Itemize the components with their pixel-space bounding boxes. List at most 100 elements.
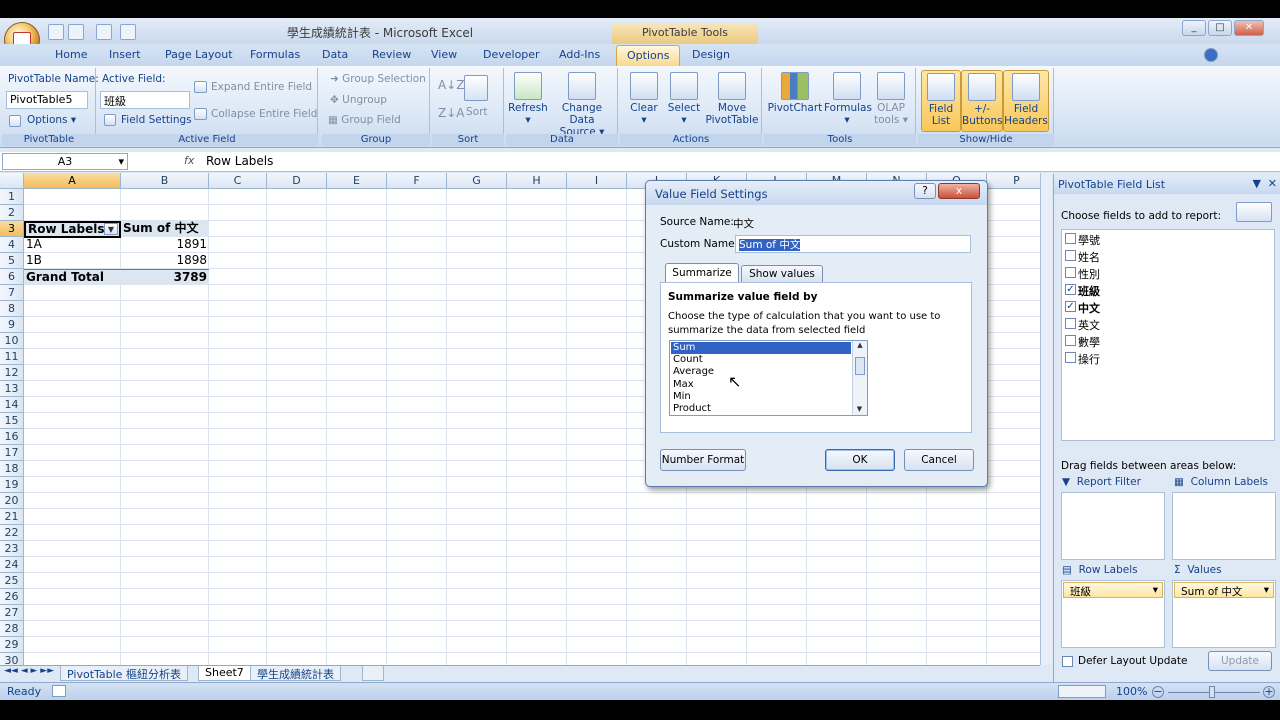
row-header-24[interactable]: 24 bbox=[0, 557, 24, 573]
row-header-28[interactable]: 28 bbox=[0, 621, 24, 637]
row-header-9[interactable]: 9 bbox=[0, 317, 24, 333]
row-header-3[interactable]: 3 bbox=[0, 221, 24, 237]
field-item-7[interactable]: 數學 bbox=[1078, 334, 1100, 350]
maximize-button[interactable]: □ bbox=[1208, 20, 1232, 36]
column-header-a[interactable]: A bbox=[24, 173, 121, 189]
olap-tools-button[interactable]: OLAP tools ▾ bbox=[870, 70, 912, 132]
row-header-17[interactable]: 17 bbox=[0, 445, 24, 461]
pivot-row-value[interactable]: 1898 bbox=[121, 253, 209, 269]
pivot-row-label[interactable]: 1A bbox=[24, 237, 121, 253]
plus-minus-buttons-button[interactable]: +/- Buttons bbox=[961, 70, 1003, 132]
sheet-nav-arrows-icon[interactable]: ◄◄ ◄ ► ►► bbox=[4, 666, 54, 676]
layout-options-icon[interactable] bbox=[1236, 202, 1272, 222]
row-header-15[interactable]: 15 bbox=[0, 413, 24, 429]
field-list-dropdown-icon[interactable]: ▼ bbox=[1253, 177, 1261, 190]
tab-developer[interactable]: Developer bbox=[483, 48, 540, 61]
row-header-11[interactable]: 11 bbox=[0, 349, 24, 365]
zoom-out-icon[interactable]: − bbox=[1152, 686, 1164, 698]
vertical-scrollbar[interactable] bbox=[1040, 173, 1052, 665]
row-header-27[interactable]: 27 bbox=[0, 605, 24, 621]
insert-sheet-icon[interactable] bbox=[362, 666, 384, 681]
row-header-20[interactable]: 20 bbox=[0, 493, 24, 509]
pivottable-name-input[interactable]: PivotTable5 bbox=[6, 91, 88, 109]
row-header-2[interactable]: 2 bbox=[0, 205, 24, 221]
sort-za-icon[interactable]: Z↓A bbox=[438, 106, 464, 120]
field-item-3[interactable]: 性別 bbox=[1078, 266, 1100, 282]
dialog-close-button[interactable]: x bbox=[938, 183, 980, 199]
field-checkbox-8[interactable] bbox=[1065, 352, 1076, 363]
row-header-7[interactable]: 7 bbox=[0, 285, 24, 301]
row-header-23[interactable]: 23 bbox=[0, 541, 24, 557]
field-checkbox-1[interactable] bbox=[1065, 233, 1076, 244]
defer-layout-checkbox[interactable] bbox=[1062, 656, 1073, 667]
field-checkbox-3[interactable] bbox=[1065, 267, 1076, 278]
row-header-22[interactable]: 22 bbox=[0, 525, 24, 541]
tab-insert[interactable]: Insert bbox=[109, 48, 141, 61]
column-header-d[interactable]: D bbox=[267, 173, 327, 189]
column-header-e[interactable]: E bbox=[327, 173, 387, 189]
function-option-product[interactable]: Product bbox=[671, 403, 851, 415]
field-item-5[interactable]: 中文 bbox=[1078, 300, 1100, 316]
group-selection-button[interactable]: ➜ Group Selection bbox=[330, 73, 426, 85]
row-header-1[interactable]: 1 bbox=[0, 189, 24, 205]
pivotchart-button[interactable]: PivotChart bbox=[766, 70, 824, 132]
row-header-10[interactable]: 10 bbox=[0, 333, 24, 349]
field-item-4[interactable]: 班級 bbox=[1078, 283, 1100, 299]
tab-review[interactable]: Review bbox=[372, 48, 411, 61]
collapse-entire-field-button[interactable]: Collapse Entire Field bbox=[211, 108, 317, 120]
tab-options[interactable]: Options bbox=[616, 45, 681, 66]
value-field-item[interactable]: Sum of 中文 ▾ bbox=[1174, 582, 1274, 598]
name-box[interactable]: A3 ▾ bbox=[2, 153, 128, 170]
custom-name-input[interactable]: Sum of 中文 bbox=[735, 235, 971, 253]
row-header-19[interactable]: 19 bbox=[0, 477, 24, 493]
clear-button[interactable]: Clear ▾ bbox=[624, 70, 664, 132]
row-header-30[interactable]: 30 bbox=[0, 653, 24, 665]
expand-entire-field-button[interactable]: Expand Entire Field bbox=[211, 81, 312, 93]
close-window-button[interactable]: ✕ bbox=[1234, 20, 1264, 36]
change-data-source-button[interactable]: Change DataSource ▾ bbox=[549, 70, 615, 138]
active-field-input[interactable]: 班級 bbox=[100, 91, 190, 109]
refresh-button[interactable]: Refresh ▾ bbox=[507, 70, 549, 132]
row-header-5[interactable]: 5 bbox=[0, 253, 24, 269]
minimize-button[interactable]: _ bbox=[1182, 20, 1206, 36]
pivot-row-value[interactable]: 1891 bbox=[121, 237, 209, 253]
sort-az-icon[interactable]: A↓Z bbox=[438, 78, 464, 92]
function-option-max[interactable]: Max bbox=[671, 379, 851, 391]
field-checkbox-5[interactable]: ✓ bbox=[1065, 301, 1076, 312]
tab-formulas[interactable]: Formulas bbox=[250, 48, 300, 61]
select-button[interactable]: Select ▾ bbox=[664, 70, 704, 132]
field-list-button[interactable]: Field List bbox=[921, 70, 961, 132]
ungroup-button[interactable]: ✥ Ungroup bbox=[330, 94, 387, 106]
row-header-29[interactable]: 29 bbox=[0, 637, 24, 653]
dialog-help-button[interactable]: ? bbox=[914, 183, 936, 199]
row-header-12[interactable]: 12 bbox=[0, 365, 24, 381]
column-header-i[interactable]: I bbox=[567, 173, 627, 189]
field-checkbox-2[interactable] bbox=[1065, 250, 1076, 261]
function-option-min[interactable]: Min bbox=[671, 391, 851, 403]
field-list-close-icon[interactable]: ✕ bbox=[1268, 177, 1277, 190]
number-format-button[interactable]: Number Format bbox=[660, 449, 746, 471]
row-header-16[interactable]: 16 bbox=[0, 429, 24, 445]
tab-page-layout[interactable]: Page Layout bbox=[165, 48, 233, 61]
scroll-up-icon[interactable]: ▲ bbox=[853, 341, 867, 349]
sheet-tab-pivottable[interactable]: PivotTable 樞紐分析表 bbox=[60, 666, 188, 681]
field-headers-button[interactable]: Field Headers bbox=[1003, 70, 1049, 132]
column-header-b[interactable]: B bbox=[121, 173, 209, 189]
row-header-13[interactable]: 13 bbox=[0, 381, 24, 397]
column-header-h[interactable]: H bbox=[507, 173, 567, 189]
formulas-button[interactable]: Formulas ▾ bbox=[824, 70, 872, 132]
update-button[interactable]: Update bbox=[1208, 651, 1272, 671]
sort-button[interactable]: Sort bbox=[466, 106, 488, 118]
view-buttons-icon[interactable] bbox=[1058, 685, 1106, 698]
tab-data[interactable]: Data bbox=[322, 48, 348, 61]
field-item-8[interactable]: 操行 bbox=[1078, 351, 1100, 367]
field-item-2[interactable]: 姓名 bbox=[1078, 249, 1100, 265]
function-option-sum[interactable]: Sum bbox=[671, 342, 851, 354]
field-checkbox-7[interactable] bbox=[1065, 335, 1076, 346]
row-header-6[interactable]: 6 bbox=[0, 269, 24, 285]
row-header-26[interactable]: 26 bbox=[0, 589, 24, 605]
tab-summarize-by[interactable]: Summarize by bbox=[665, 263, 739, 297]
group-field-button[interactable]: ▦ Group Field bbox=[328, 114, 401, 126]
scroll-down-icon[interactable]: ▼ bbox=[853, 405, 866, 413]
row-header-8[interactable]: 8 bbox=[0, 301, 24, 317]
